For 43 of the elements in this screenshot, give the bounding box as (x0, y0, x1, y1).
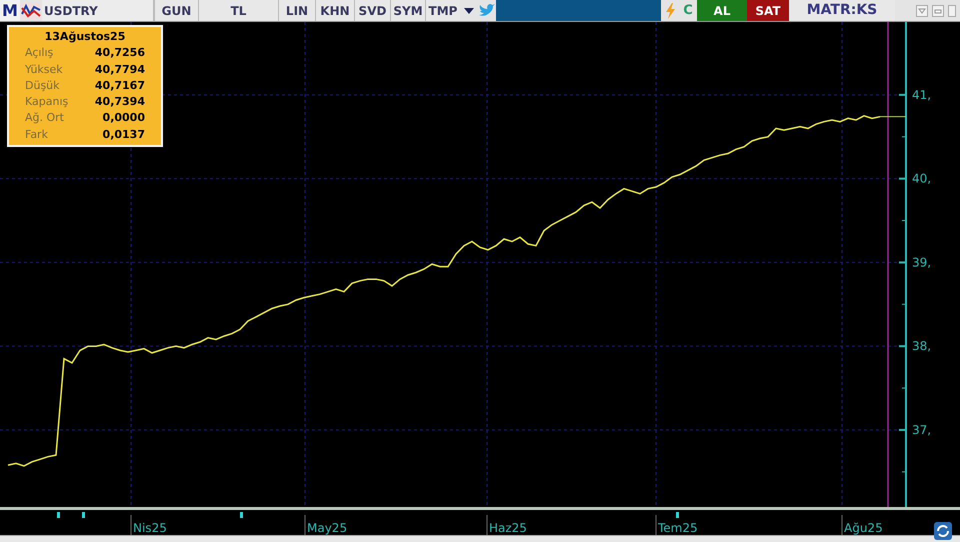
field-value: 40,7794 (94, 62, 145, 78)
field-value: 0,0137 (102, 126, 145, 143)
last-price-line (880, 116, 906, 118)
caret-icon (464, 8, 474, 14)
axis-label: 38, (912, 339, 932, 354)
toolbar-button[interactable]: TL (198, 0, 278, 21)
axis-label: Haz25 (489, 521, 527, 535)
field-label: Ağ. Ort (25, 110, 64, 126)
axis-label: 39, (912, 255, 932, 270)
axis-label: May25 (307, 521, 348, 535)
field-value: 40,7394 (94, 94, 145, 110)
scrollbar-track[interactable] (0, 535, 960, 542)
axis-label: 37, (912, 422, 932, 437)
buy-button[interactable]: AL (697, 0, 747, 21)
field-label: Fark (25, 126, 48, 143)
toolbar-button[interactable]: GUN (154, 0, 198, 21)
axis-label: Ağu25 (844, 521, 883, 535)
chart-icon[interactable] (20, 2, 42, 20)
axis-label: Tem25 (658, 521, 698, 535)
restore-icon[interactable] (932, 4, 944, 16)
date-label: 13Ağustos25 (44, 29, 126, 45)
field-label: Açılış (25, 45, 54, 62)
field-value: 0,0000 (102, 110, 145, 126)
brand-logo: MATR:KS (789, 0, 895, 21)
field-value: 40,7256 (94, 45, 145, 62)
axis-label: Nis25 (133, 521, 167, 535)
toolbar-button[interactable]: SYM (390, 0, 425, 21)
close-icon[interactable] (948, 4, 956, 16)
toolbar-button[interactable]: KHN (315, 0, 354, 21)
field-label: Düşük (25, 78, 60, 94)
sell-button[interactable]: SAT (747, 0, 789, 21)
axis-label: 40, (912, 172, 932, 186)
logo: M (0, 0, 20, 21)
field-label: Yüksek (25, 62, 63, 78)
toolbar-button[interactable]: SVD (354, 0, 390, 21)
axis-label: 41, (912, 88, 932, 102)
field-value: 40,7167 (94, 78, 145, 94)
toolbar-button[interactable]: LIN (278, 0, 315, 21)
sync-icon[interactable] (934, 522, 952, 540)
toolbar-button[interactable]: TMP (425, 0, 460, 21)
minimize-icon[interactable] (916, 4, 928, 16)
field-label: Kapanış (25, 94, 68, 110)
symbol-field[interactable]: USDTRY (42, 0, 154, 21)
